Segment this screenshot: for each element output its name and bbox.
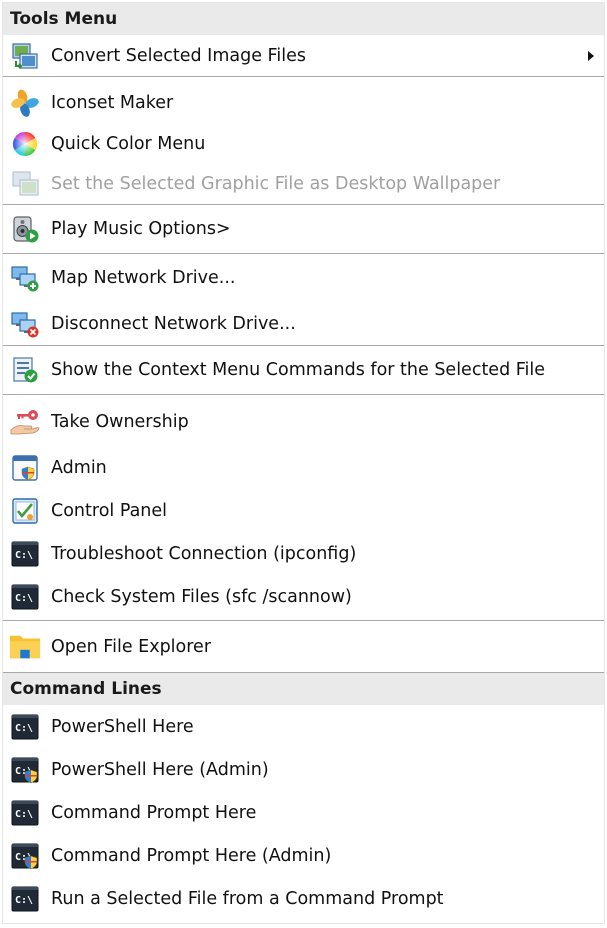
menu-item-label: Play Music Options> <box>51 219 231 239</box>
key-hand-icon <box>9 406 41 438</box>
menu-item-label: PowerShell Here <box>51 717 194 737</box>
menu-item-control-panel[interactable]: Control Panel <box>3 489 604 532</box>
menu-item-label: Set the Selected Graphic File as Desktop… <box>51 173 501 194</box>
menu-item-label: Command Prompt Here (Admin) <box>51 845 332 866</box>
menu-item-play-music[interactable]: Play Music Options> <box>3 205 604 253</box>
terminal-admin-icon: C:\ <box>9 754 41 786</box>
svg-text:C:\: C:\ <box>15 895 33 906</box>
menu-item-label: Quick Color Menu <box>51 134 206 154</box>
menu-item-label: PowerShell Here (Admin) <box>51 759 269 780</box>
menu-item-troubleshoot-ipconfig[interactable]: C:\ Troubleshoot Connection (ipconfig) <box>3 532 604 575</box>
menu-item-label: Take Ownership <box>51 412 189 432</box>
menu-item-label: Run a Selected File from a Command Promp… <box>51 888 444 909</box>
menu-item-label: Control Panel <box>51 500 168 521</box>
terminal-admin-icon: C:\ <box>9 840 41 872</box>
terminal-icon: C:\ <box>9 883 41 915</box>
terminal-icon: C:\ <box>9 538 41 570</box>
context-menu: Tools Menu Convert Selected Image Files <box>2 2 605 924</box>
menu-item-label: Convert Selected Image Files <box>51 45 306 66</box>
terminal-icon: C:\ <box>9 711 41 743</box>
network-drive-remove-icon <box>9 308 41 340</box>
menu-item-open-file-explorer[interactable]: Open File Explorer <box>3 621 604 672</box>
menu-item-command-prompt-here-admin[interactable]: C:\ Command Prompt Here (Admin) <box>3 834 604 877</box>
menu-item-convert-images[interactable]: Convert Selected Image Files <box>3 35 604 76</box>
network-drive-add-icon <box>9 262 41 294</box>
menu-item-show-context-commands[interactable]: Show the Context Menu Commands for the S… <box>3 346 604 394</box>
menu-item-iconset-maker[interactable]: Iconset Maker <box>3 77 604 125</box>
submenu-arrow-icon <box>588 50 594 61</box>
menu-item-run-file-from-prompt[interactable]: C:\ Run a Selected File from a Command P… <box>3 877 604 920</box>
menu-item-admin[interactable]: Admin <box>3 446 604 489</box>
image-convert-icon <box>9 40 41 72</box>
section-header-command-lines: Command Lines <box>3 673 604 705</box>
menu-item-label: Check System Files (sfc /scannow) <box>51 586 352 607</box>
menu-item-powershell-here-admin[interactable]: C:\ PowerShell Here (Admin) <box>3 748 604 791</box>
menu-item-command-prompt-here[interactable]: C:\ Command Prompt Here <box>3 791 604 834</box>
terminal-icon: C:\ <box>9 581 41 613</box>
color-wheel-icon <box>9 128 41 160</box>
context-menu-check-icon <box>9 354 41 386</box>
menu-item-label: Show the Context Menu Commands for the S… <box>51 360 546 380</box>
menu-item-label: Admin <box>51 457 107 478</box>
speaker-play-icon <box>9 213 41 245</box>
admin-window-icon <box>9 452 41 484</box>
svg-text:C:\: C:\ <box>15 593 33 604</box>
menu-item-label: Iconset Maker <box>51 93 174 113</box>
iconset-maker-icon <box>9 87 41 119</box>
menu-item-map-network-drive[interactable]: Map Network Drive... <box>3 254 604 302</box>
control-panel-icon <box>9 495 41 527</box>
menu-item-label: Troubleshoot Connection (ipconfig) <box>51 543 357 564</box>
svg-text:C:\: C:\ <box>15 809 33 820</box>
folder-icon <box>9 631 41 663</box>
menu-item-powershell-here[interactable]: C:\ PowerShell Here <box>3 705 604 748</box>
wallpaper-icon <box>9 168 41 200</box>
svg-text:C:\: C:\ <box>15 550 33 561</box>
menu-item-take-ownership[interactable]: Take Ownership <box>3 395 604 446</box>
section-header-tools: Tools Menu <box>3 3 604 35</box>
menu-item-label: Command Prompt Here <box>51 802 257 823</box>
menu-item-quick-color[interactable]: Quick Color Menu <box>3 125 604 163</box>
menu-item-check-system-files[interactable]: C:\ Check System Files (sfc /scannow) <box>3 575 604 618</box>
terminal-icon: C:\ <box>9 797 41 829</box>
menu-item-set-wallpaper: Set the Selected Graphic File as Desktop… <box>3 163 604 204</box>
menu-item-label: Open File Explorer <box>51 636 212 657</box>
menu-item-label: Disconnect Network Drive... <box>51 313 296 334</box>
svg-text:C:\: C:\ <box>15 723 33 734</box>
menu-item-label: Map Network Drive... <box>51 268 236 288</box>
menu-item-disconnect-network-drive[interactable]: Disconnect Network Drive... <box>3 302 604 345</box>
